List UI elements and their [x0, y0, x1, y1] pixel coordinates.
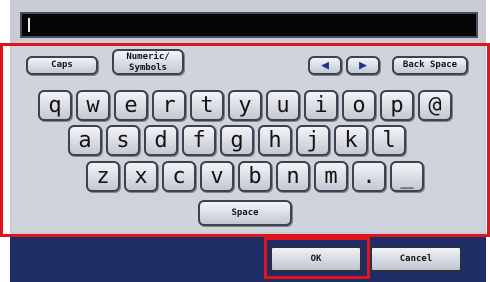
key-l[interactable]: l: [372, 125, 406, 156]
key-f[interactable]: f: [182, 125, 216, 156]
symbols-label: Symbols: [129, 63, 167, 73]
key-y[interactable]: y: [228, 90, 262, 121]
key-t[interactable]: t: [190, 90, 224, 121]
key-underscore[interactable]: _: [390, 161, 424, 192]
key-u[interactable]: u: [266, 90, 300, 121]
backspace-key[interactable]: Back Space: [392, 56, 468, 75]
key-j[interactable]: j: [296, 125, 330, 156]
key-h[interactable]: h: [258, 125, 292, 156]
key-period[interactable]: .: [352, 161, 386, 192]
key-e[interactable]: e: [114, 90, 148, 121]
key-i[interactable]: i: [304, 90, 338, 121]
space-key[interactable]: Space: [198, 200, 292, 226]
key-k[interactable]: k: [334, 125, 368, 156]
left-arrow-key[interactable]: ◀: [308, 56, 342, 75]
key-x[interactable]: x: [124, 161, 158, 192]
key-at[interactable]: @: [418, 90, 452, 121]
key-s[interactable]: s: [106, 125, 140, 156]
key-g[interactable]: g: [220, 125, 254, 156]
key-z[interactable]: z: [86, 161, 120, 192]
key-b[interactable]: b: [238, 161, 272, 192]
ok-button[interactable]: OK: [270, 246, 362, 272]
right-arrow-key[interactable]: ▶: [346, 56, 380, 75]
text-input-field[interactable]: [20, 12, 478, 38]
key-d[interactable]: d: [144, 125, 178, 156]
numeric-symbols-key[interactable]: Numeric/ Symbols: [112, 49, 184, 75]
keyboard-panel: Caps Numeric/ Symbols ◀ ▶ Back Space q w…: [12, 44, 484, 232]
key-o[interactable]: o: [342, 90, 376, 121]
key-v[interactable]: v: [200, 161, 234, 192]
key-m[interactable]: m: [314, 161, 348, 192]
key-w[interactable]: w: [76, 90, 110, 121]
key-c[interactable]: c: [162, 161, 196, 192]
key-r[interactable]: r: [152, 90, 186, 121]
key-n[interactable]: n: [276, 161, 310, 192]
caps-key[interactable]: Caps: [26, 56, 98, 75]
cancel-button[interactable]: Cancel: [370, 246, 462, 272]
key-a[interactable]: a: [68, 125, 102, 156]
keyboard-screen: Caps Numeric/ Symbols ◀ ▶ Back Space q w…: [10, 0, 486, 282]
numeric-label: Numeric/: [126, 52, 170, 62]
key-q[interactable]: q: [38, 90, 72, 121]
key-p[interactable]: p: [380, 90, 414, 121]
text-cursor: [28, 18, 30, 32]
